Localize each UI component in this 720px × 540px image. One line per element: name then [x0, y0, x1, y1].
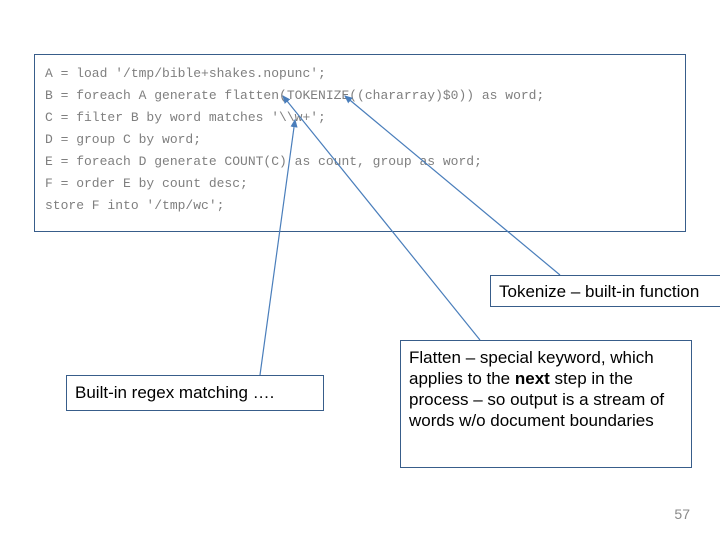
- code-line-d: D = group C by word;: [45, 129, 675, 151]
- callout-regex: Built-in regex matching ….: [66, 375, 324, 411]
- callout-tokenize: Tokenize – built-in function: [490, 275, 720, 307]
- slide: A = load '/tmp/bible+shakes.nopunc'; B =…: [0, 0, 720, 540]
- code-line-c: C = filter B by word matches '\\w+';: [45, 107, 675, 129]
- page-number: 57: [674, 506, 690, 522]
- code-block: A = load '/tmp/bible+shakes.nopunc'; B =…: [34, 54, 686, 232]
- code-line-store: store F into '/tmp/wc';: [45, 195, 675, 217]
- code-line-a: A = load '/tmp/bible+shakes.nopunc';: [45, 63, 675, 85]
- code-line-b: B = foreach A generate flatten(TOKENIZE(…: [45, 85, 675, 107]
- code-line-e: E = foreach D generate COUNT(C) as count…: [45, 151, 675, 173]
- code-line-f: F = order E by count desc;: [45, 173, 675, 195]
- callout-regex-text: Built-in regex matching ….: [75, 383, 274, 402]
- callout-tokenize-text: Tokenize – built-in function: [499, 282, 699, 301]
- callout-flatten-bold: next: [515, 369, 550, 388]
- callout-flatten: Flatten – special keyword, which applies…: [400, 340, 692, 468]
